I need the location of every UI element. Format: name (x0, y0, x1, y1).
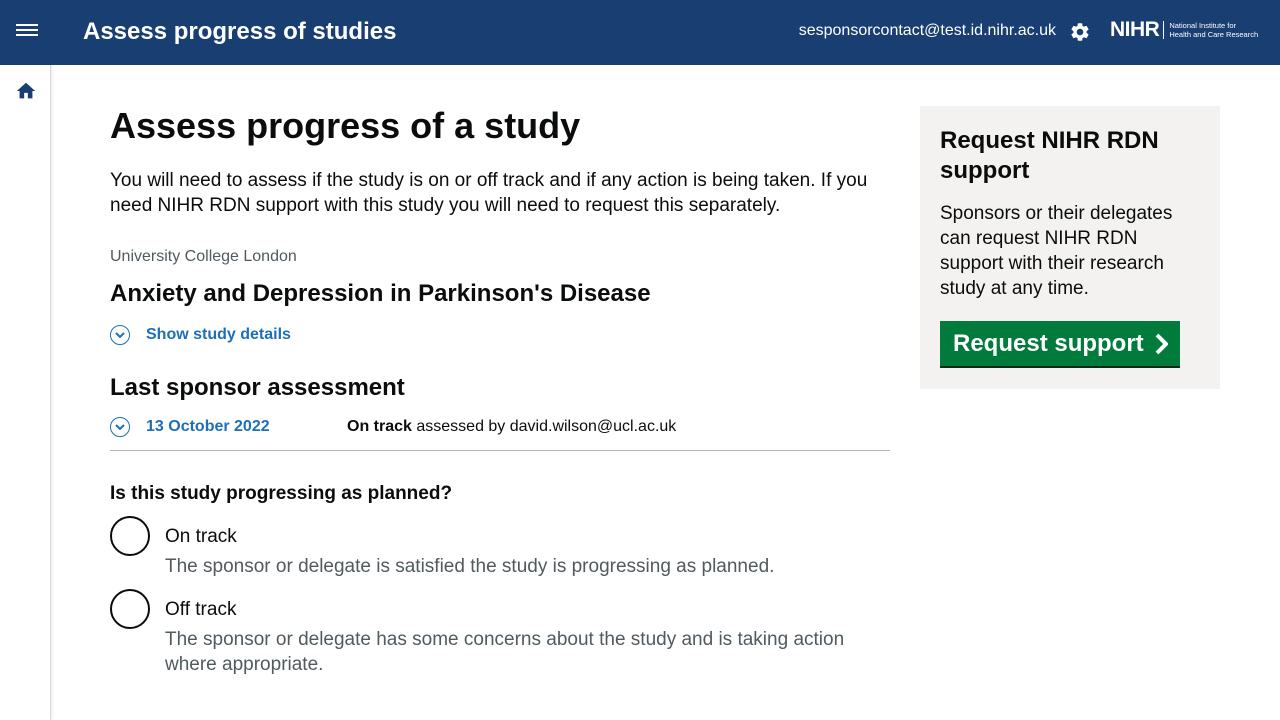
last-assessment-row: 13 October 2022 On track assessed by dav… (110, 415, 890, 439)
intro-text: You will need to assess if the study is … (110, 170, 868, 216)
radio-option-off-track[interactable]: Off track The sponsor or delegate has so… (110, 589, 890, 677)
study-title: Anxiety and Depression in Parkinson's Di… (110, 280, 651, 307)
progress-question: Is this study progressing as planned? (110, 483, 453, 504)
last-assessment-heading: Last sponsor assessment (110, 374, 405, 401)
app-title: Assess progress of studies (83, 18, 397, 45)
radio-label-off-track[interactable]: Off track (165, 597, 890, 622)
radio-off-track[interactable] (110, 589, 150, 629)
request-support-label: Request support (953, 329, 1144, 357)
page-title: Assess progress of a study (110, 105, 581, 146)
radio-option-on-track[interactable]: On track The sponsor or delegate is sati… (110, 516, 890, 579)
show-study-details-toggle[interactable]: Show study details (110, 323, 890, 347)
assessment-status: On track assessed by david.wilson@ucl.ac… (347, 418, 676, 436)
app-header: Assess progress of studies sesponsorcont… (0, 0, 1280, 65)
home-icon[interactable] (15, 80, 37, 102)
main-content: Assess progress of a study You will need… (110, 106, 890, 687)
radio-label-on-track[interactable]: On track (165, 524, 774, 549)
logo-subtitle: National Institute for Health and Care R… (1169, 21, 1259, 39)
support-panel: Request NIHR RDN support Sponsors or the… (920, 106, 1220, 389)
show-study-details-label: Show study details (146, 326, 291, 343)
support-panel-text: Sponsors or their delegates can request … (940, 203, 1173, 299)
logo-divider (1163, 21, 1165, 39)
radio-on-track[interactable] (110, 516, 150, 556)
radio-hint-off-track: The sponsor or delegate has some concern… (165, 629, 845, 675)
radio-hint-on-track: The sponsor or delegate is satisfied the… (165, 556, 775, 577)
section-divider (110, 450, 890, 451)
chevron-down-icon (110, 325, 130, 345)
assessment-assessed-by: assessed by david.wilson@ucl.ac.uk (411, 418, 677, 435)
nihr-logo[interactable]: NIHR National Institute for Health and C… (1110, 18, 1280, 42)
user-email: sesponsorcontact@test.id.nihr.ac.uk (798, 22, 1056, 39)
menu-icon[interactable] (16, 22, 38, 42)
assessment-date-toggle[interactable]: 13 October 2022 (146, 418, 347, 436)
chevron-right-icon (1155, 333, 1168, 354)
support-panel-title: Request NIHR RDN support (940, 127, 1159, 184)
logo-main-text: NIHR (1110, 18, 1160, 41)
organisation-name: University College London (110, 248, 297, 265)
gear-icon[interactable] (1069, 21, 1091, 43)
chevron-down-icon[interactable] (110, 417, 130, 437)
assessment-status-value: On track (347, 418, 412, 435)
request-support-button[interactable]: Request support (940, 321, 1180, 366)
side-nav (0, 65, 51, 720)
